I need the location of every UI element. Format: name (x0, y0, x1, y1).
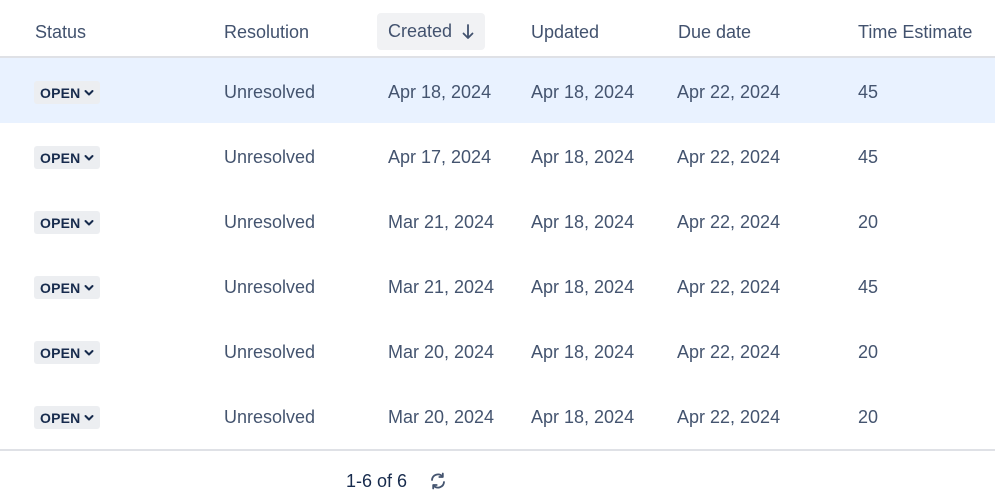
column-header-due-date[interactable]: Due date (678, 22, 751, 43)
chevron-down-icon (84, 349, 94, 355)
cell-updated: Apr 18, 2024 (531, 212, 635, 232)
cell-due-date: Apr 22, 2024 (677, 277, 781, 297)
cell-created: Mar 20, 2024 (388, 342, 495, 362)
cell-due-date: Apr 22, 2024 (677, 82, 781, 102)
refresh-icon[interactable] (428, 471, 448, 491)
cell-created: Apr 18, 2024 (388, 82, 492, 102)
cell-time-estimate: 20 (858, 407, 879, 427)
table-row[interactable]: OPEN Unresolved Apr 17, 2024 Apr 18, 2024 Ap… (0, 123, 995, 188)
status-label: OPEN (40, 279, 81, 296)
cell-resolution: Unresolved (224, 212, 316, 232)
status-dropdown[interactable]: OPEN (34, 211, 101, 234)
table-row[interactable]: OPEN Unresolved Mar 21, 2024 Apr 18, 2024 Ap… (0, 188, 995, 253)
cell-created: Mar 21, 2024 (388, 277, 495, 297)
status-label: OPEN (40, 409, 81, 426)
pagination-label: 1-6 of 6 (346, 471, 408, 491)
cell-due-date: Apr 22, 2024 (677, 407, 781, 427)
cell-due-date: Apr 22, 2024 (677, 342, 781, 362)
table-row[interactable]: OPEN Unresolved Mar 20, 2024 Apr 18, 2024 Ap… (0, 383, 995, 448)
cell-resolution: Unresolved (224, 82, 316, 102)
column-header-resolution[interactable]: Resolution (224, 22, 309, 43)
status-dropdown[interactable]: OPEN (34, 276, 101, 299)
cell-created: Mar 20, 2024 (388, 407, 495, 427)
chevron-down-icon (84, 154, 94, 160)
chevron-down-icon (84, 284, 94, 290)
cell-resolution: Unresolved (224, 342, 316, 362)
cell-resolution: Unresolved (224, 407, 316, 427)
cell-due-date: Apr 22, 2024 (677, 147, 781, 167)
table-row[interactable]: OPEN Unresolved Apr 18, 2024 Apr 18, 2024 Ap… (0, 58, 995, 123)
table-body: OPEN Unresolved Apr 18, 2024 Apr 18, 2024 Ap… (0, 58, 995, 448)
arrow-down-icon (462, 23, 474, 39)
cell-updated: Apr 18, 2024 (531, 82, 635, 102)
status-dropdown[interactable]: OPEN (34, 146, 101, 169)
status-dropdown[interactable]: OPEN (34, 341, 101, 364)
cell-updated: Apr 18, 2024 (531, 342, 635, 362)
cell-due-date: Apr 22, 2024 (677, 212, 781, 232)
status-label: OPEN (40, 84, 81, 101)
table-row[interactable]: OPEN Unresolved Mar 20, 2024 Apr 18, 2024 Ap… (0, 318, 995, 383)
chevron-down-icon (84, 414, 94, 420)
column-header-updated[interactable]: Updated (531, 22, 599, 43)
status-label: OPEN (40, 214, 81, 231)
cell-time-estimate: 45 (858, 147, 879, 167)
column-header-status[interactable]: Status (35, 22, 86, 43)
table-row[interactable]: OPEN Unresolved Mar 21, 2024 Apr 18, 2024 Ap… (0, 253, 995, 318)
cell-time-estimate: 20 (858, 342, 879, 362)
cell-resolution: Unresolved (224, 277, 316, 297)
cell-time-estimate: 45 (858, 277, 879, 297)
cell-resolution: Unresolved (224, 147, 316, 167)
issues-table: Status Resolution Created Updated Due da… (0, 0, 995, 448)
cell-time-estimate: 45 (858, 82, 879, 102)
chevron-down-icon (84, 219, 94, 225)
column-header-created-label: Created (388, 21, 453, 41)
cell-updated: Apr 18, 2024 (531, 147, 635, 167)
table-footer: 1-6 of 6 (0, 449, 995, 501)
chevron-down-icon (84, 89, 94, 95)
cell-created: Apr 17, 2024 (388, 147, 492, 167)
column-header-created[interactable]: Created (377, 13, 486, 50)
status-label: OPEN (40, 149, 81, 166)
cell-time-estimate: 20 (858, 212, 879, 232)
cell-created: Mar 21, 2024 (388, 212, 495, 232)
cell-updated: Apr 18, 2024 (531, 407, 635, 427)
status-label: OPEN (40, 344, 81, 361)
status-dropdown[interactable]: OPEN (34, 406, 101, 429)
table-header: Status Resolution Created Updated Due da… (0, 0, 995, 58)
cell-updated: Apr 18, 2024 (531, 277, 635, 297)
column-header-time-estimate[interactable]: Time Estimate (858, 22, 972, 43)
status-dropdown[interactable]: OPEN (34, 81, 101, 104)
